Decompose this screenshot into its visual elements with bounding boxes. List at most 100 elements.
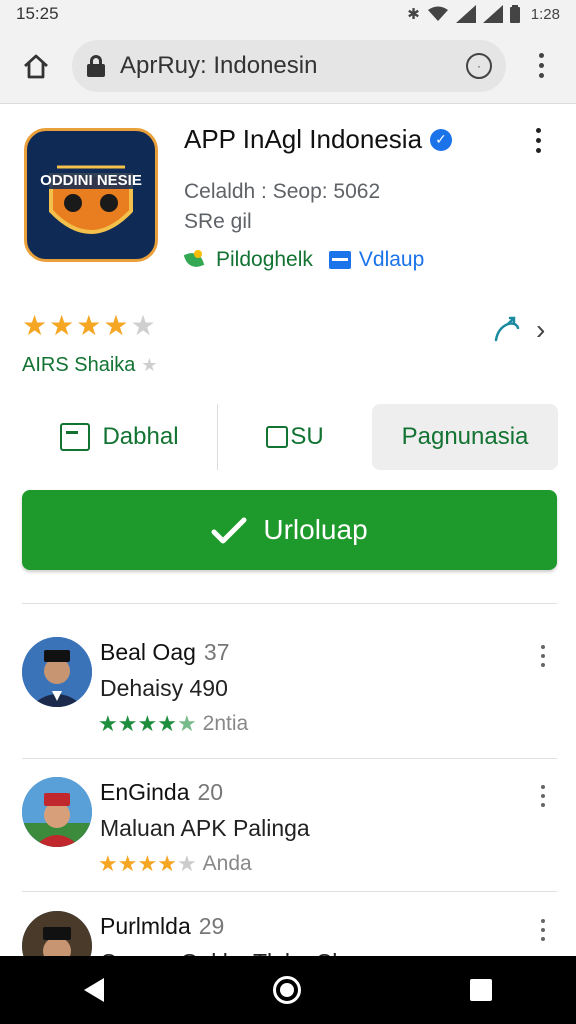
app-icon[interactable]: ODDINI NESIE	[24, 128, 158, 262]
reviewer-name-text: EnGinda	[100, 779, 190, 805]
review-date: Anda	[202, 852, 252, 875]
divider	[22, 891, 557, 892]
star-icon: ★	[137, 851, 158, 876]
status-time-right: 1:28	[530, 5, 560, 23]
avatar[interactable]	[22, 637, 92, 707]
star-icon: ★	[22, 310, 48, 341]
star-icon: ★	[49, 310, 75, 341]
url-text[interactable]: AprRuy: Indonesin	[120, 52, 466, 80]
verified-badge-icon: ✓	[430, 128, 453, 151]
review-stars: ★ ★ ★ ★ ★ 2ntia	[98, 711, 248, 737]
app-more-button[interactable]	[536, 128, 541, 153]
review-more-button[interactable]	[541, 645, 545, 667]
browser-menu-button[interactable]	[506, 28, 576, 104]
install-button[interactable]: Urloluap	[22, 490, 557, 570]
rating-stars: ★ ★ ★ ★ ★	[22, 312, 556, 340]
app-tags: Pildoghelk Vdlaup	[184, 248, 424, 272]
star-icon: ★	[98, 711, 118, 736]
reload-icon[interactable]: ·	[466, 52, 492, 79]
document-icon	[60, 423, 91, 451]
star-half-icon: ★	[176, 711, 197, 736]
avatar[interactable]	[22, 777, 92, 847]
star-icon: ★	[76, 310, 102, 341]
star-icon: ★	[98, 851, 118, 876]
more-vert-icon	[541, 645, 545, 667]
chevron-right-icon[interactable]: ›	[536, 314, 545, 346]
update-icon	[328, 251, 351, 269]
rating-label: AIRS Shaika ★	[22, 354, 158, 377]
tab-label: SU	[290, 423, 324, 450]
tag-editors-choice[interactable]: Pildoghelk	[184, 248, 313, 272]
review-item: Beal Oag 37 Dehaisy 490 ★ ★ ★ ★ ★ 2ntia	[0, 637, 576, 767]
signal-icon	[482, 5, 503, 23]
tag-update[interactable]: Vdlaup	[328, 248, 425, 272]
divider	[22, 758, 557, 759]
tab-size[interactable]: SU	[218, 404, 372, 470]
app-logo-icon: ODDINI NESIE	[37, 165, 145, 234]
review-text: Maluan APK Palinga	[100, 815, 310, 841]
star-empty-icon: ★	[130, 310, 156, 341]
more-vert-icon	[541, 785, 545, 807]
star-icon: ★	[141, 355, 158, 375]
install-label: Urloluap	[263, 514, 368, 545]
svg-text:ODDINI NESIE: ODDINI NESIE	[40, 172, 142, 189]
more-vert-icon	[538, 53, 544, 78]
review-stars: ★ ★ ★ ★ ★ Anda	[98, 851, 252, 877]
address-bar[interactable]: AprRuy: Indonesin ·	[72, 39, 506, 92]
tab-label: Dabhal	[102, 423, 179, 450]
star-icon: ★	[103, 310, 129, 341]
divider	[22, 603, 557, 604]
leaf-icon	[184, 248, 208, 272]
star-icon: ★	[117, 711, 138, 736]
recents-icon[interactable]	[469, 979, 492, 1001]
app-meta-developer: Celaldh : Seop: 5062	[184, 180, 381, 203]
rating-row: ★ ★ ★ ★ ★ AIRS Shaika ★ ›	[22, 312, 556, 382]
status-icons: ✱ 1:28	[407, 5, 560, 23]
star-icon: ★	[157, 851, 177, 876]
signal-icon	[455, 5, 476, 23]
status-bar: 15:25 ✱ 1:28	[0, 0, 576, 28]
home-icon	[24, 54, 48, 78]
wifi-icon	[427, 6, 448, 21]
back-icon[interactable]	[84, 978, 105, 1002]
reviewer-count: 20	[197, 779, 224, 805]
bluetooth-icon: ✱	[407, 6, 420, 23]
more-vert-icon	[536, 128, 541, 153]
star-empty-icon: ★	[176, 851, 197, 876]
review-more-button[interactable]	[541, 919, 545, 941]
browser-toolbar: AprRuy: Indonesin ·	[0, 28, 576, 104]
tab-label: Pagnunasia	[401, 423, 529, 450]
battery-icon	[509, 5, 520, 23]
home-circle-icon[interactable]	[272, 976, 301, 1004]
review-text: Dehaisy 490	[100, 675, 228, 701]
app-title-text: APP InAgl Indonesia	[184, 124, 423, 154]
star-icon: ★	[137, 711, 158, 736]
tag-label: Vdlaup	[358, 248, 425, 271]
status-time: 15:25	[16, 4, 59, 23]
share-icon[interactable]	[492, 314, 522, 344]
app-title: APP InAgl Indonesia ✓	[184, 124, 453, 155]
lock-icon	[86, 54, 106, 77]
system-nav-bar	[0, 956, 576, 1024]
app-header: ODDINI NESIE APP InAgl Indonesia ✓ Celal…	[0, 104, 576, 294]
reviewer-name-text: Purlmlda	[100, 913, 191, 939]
star-icon: ★	[157, 711, 177, 736]
star-icon: ★	[117, 851, 138, 876]
action-tabs: Dabhal SU Pagnunasia	[22, 404, 558, 470]
app-meta-category: SRe gil	[184, 210, 252, 233]
tab-details[interactable]: Dabhal	[22, 404, 218, 470]
tab-language[interactable]: Pagnunasia	[372, 404, 558, 470]
review-more-button[interactable]	[541, 785, 545, 807]
reviewer-name-text: Beal Oag	[100, 639, 196, 665]
home-button[interactable]	[0, 28, 72, 104]
reviewer-count: 29	[198, 913, 225, 939]
wrench-icon	[211, 517, 247, 544]
reviewer-count: 37	[203, 639, 230, 665]
reviewer-name: EnGinda 20	[100, 779, 223, 806]
review-item: EnGinda 20 Maluan APK Palinga ★ ★ ★ ★ ★ A…	[0, 777, 576, 907]
tag-label: Pildoghelk	[216, 248, 313, 271]
reviewer-name: Beal Oag 37	[100, 639, 230, 666]
rating-label-text: AIRS Shaika	[22, 354, 136, 376]
square-icon	[266, 426, 289, 448]
more-vert-icon	[541, 919, 545, 941]
